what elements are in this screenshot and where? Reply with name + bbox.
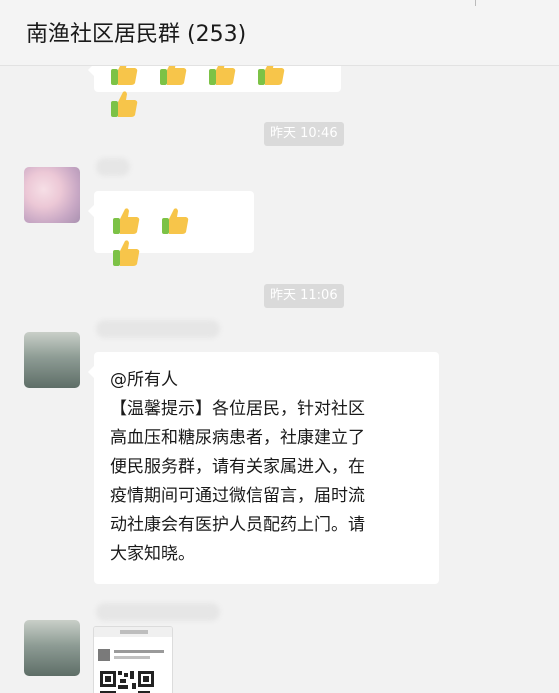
image-card-thumbnail[interactable] [93,626,173,693]
group-title[interactable]: 南渔社区居民群 (253) [26,16,246,48]
avatar[interactable] [24,620,80,676]
thumbs-up-icon [110,205,142,237]
message-body: 【温馨提示】各位居民，针对社区 高血压和糖尿病患者，社康建立了 便民服务群，请有… [110,399,365,564]
thumbs-up-icon [108,66,140,88]
message-text: @所有人 【温馨提示】各位居民，针对社区 高血压和糖尿病患者，社康建立了 便民服… [110,366,430,569]
mention-all[interactable]: @所有人 [110,370,178,390]
emoji-bubble[interactable] [88,191,254,266]
header-divider [475,0,476,6]
avatar[interactable] [24,332,80,388]
sender-name-blurred [96,603,220,621]
thumbs-up-icon [157,66,189,88]
message-list[interactable]: 昨天 10:46 昨天 11:06 @所有人 【温馨提示】各位居民，针对社区 高… [0,66,559,693]
timestamp: 昨天 10:46 [264,122,344,146]
notice-bubble[interactable]: @所有人 【温馨提示】各位居民，针对社区 高血压和糖尿病患者，社康建立了 便民服… [88,352,439,584]
timestamp: 昨天 11:06 [264,284,344,308]
thumbs-up-icon [255,66,287,88]
thumbs-up-icon [110,237,142,269]
thumbs-up-icon [159,205,191,237]
thumbs-up-icon [206,66,238,88]
thumbs-up-icon [108,88,140,120]
sender-name-blurred [96,320,220,338]
emoji-bubble-partial[interactable] [88,66,341,117]
sender-name-blurred [96,158,130,176]
chat-header: 南渔社区居民群 (253) [0,0,559,66]
avatar[interactable] [24,167,80,223]
